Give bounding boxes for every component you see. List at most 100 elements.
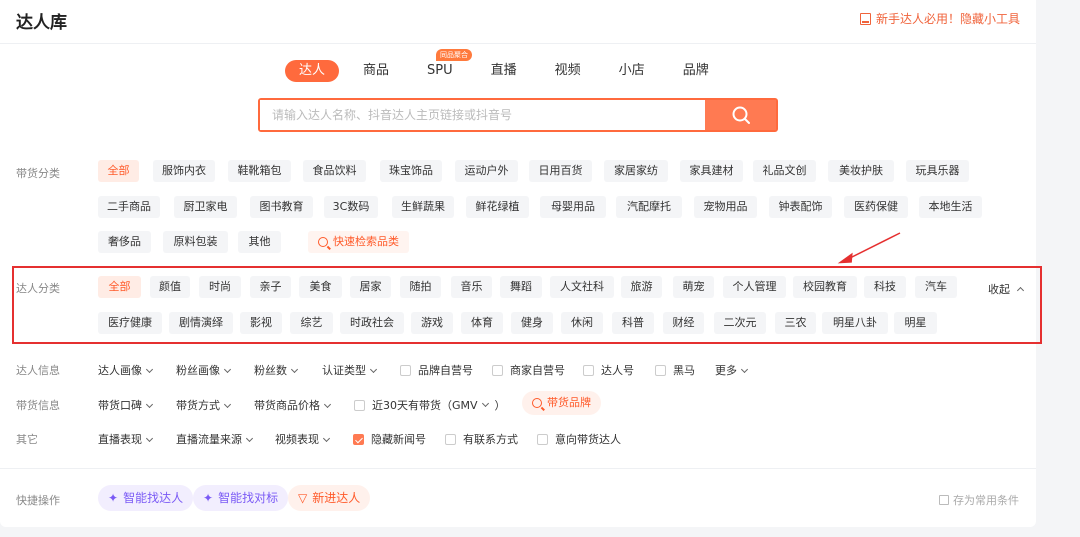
goods-category-chip[interactable]: 食品饮料 (303, 160, 366, 182)
save-icon (939, 495, 949, 505)
checkbox-box (583, 364, 594, 376)
header-divider (0, 43, 1036, 44)
save-conditions-button[interactable]: 存为常用条件 (939, 492, 1019, 508)
chevron-down-icon (223, 365, 232, 374)
goods-category-chip[interactable]: 本地生活 (919, 196, 982, 218)
dropdown-live-performance[interactable]: 直播表现 (98, 431, 154, 447)
book-icon (859, 12, 871, 25)
goods-category-chip[interactable]: 家具建材 (680, 160, 743, 182)
goods-category-chip[interactable]: 奢侈品 (98, 231, 151, 253)
goods-category-chip[interactable]: 日用百货 (529, 160, 592, 182)
sparkle-icon: ✦ (203, 491, 214, 505)
goods-category-chip[interactable]: 珠宝饰品 (380, 160, 442, 182)
tool-link[interactable]: 新手达人必用！隐藏小工具 (859, 10, 1020, 27)
goods-category-chip[interactable]: 生鲜蔬果 (392, 196, 454, 218)
checkbox-box (492, 364, 503, 376)
checkbox-box (400, 364, 411, 376)
quick-category-search-button[interactable]: 快速检索品类 (308, 231, 409, 253)
tab-video[interactable]: 视频 (541, 60, 595, 82)
shortcut-divider (0, 468, 1036, 469)
goods-category-chip[interactable]: 运动户外 (455, 160, 518, 182)
tab-spu-label: SPU (427, 63, 453, 78)
search-bar (258, 98, 778, 132)
goods-category-chip[interactable]: 汽配摩托 (616, 196, 682, 218)
dropdown-video-performance[interactable]: 视频表现 (275, 431, 331, 447)
chevron-down-icon (145, 434, 154, 443)
tab-shop[interactable]: 小店 (605, 60, 659, 82)
chevron-down-icon (323, 400, 332, 409)
highlight-box (12, 266, 1042, 344)
annotation-arrow (837, 232, 901, 264)
checkbox-intent-influencer[interactable]: 意向带货达人 (537, 431, 621, 447)
goods-category-chip[interactable]: 医药保健 (844, 196, 908, 218)
other-label: 其它 (16, 433, 38, 446)
checkbox-box (354, 399, 365, 411)
search-icon (732, 106, 750, 124)
checkbox-box (353, 433, 364, 445)
checkbox-box (537, 433, 548, 445)
dropdown-goods-reputation[interactable]: 带货口碑 (98, 397, 154, 413)
goods-category-chip[interactable]: 全部 (98, 160, 139, 182)
goods-category-chip[interactable]: 钟表配饰 (769, 196, 832, 218)
tab-live[interactable]: 直播 (477, 60, 531, 82)
search-button[interactable] (705, 100, 776, 130)
dropdown-live-traffic[interactable]: 直播流量来源 (176, 431, 254, 447)
brand-button[interactable]: 带货品牌 (522, 391, 601, 415)
smart-find-benchmark-button[interactable]: ✦ 智能找对标 (193, 485, 289, 511)
goods-category-chip[interactable]: 宠物用品 (694, 196, 757, 218)
influencer-info-label: 达人信息 (16, 364, 60, 377)
goods-category-chip[interactable]: 鞋靴箱包 (228, 160, 291, 182)
goods-category-chip[interactable]: 玩具乐器 (906, 160, 969, 182)
goods-category-chip[interactable]: 厨卫家电 (174, 196, 237, 218)
smart-find-influencer-button[interactable]: ✦ 智能找达人 (98, 485, 194, 511)
chevron-down-icon (740, 365, 749, 374)
tool-link-label: 新手达人必用！隐藏小工具 (875, 12, 1020, 26)
chevron-down-icon (145, 400, 154, 409)
dropdown-more[interactable]: 更多 (715, 362, 749, 378)
goods-category-chip[interactable]: 图书教育 (250, 196, 313, 218)
checkbox-dark-horse[interactable]: 黑马 (655, 362, 695, 378)
goods-category-chip[interactable]: 其他 (238, 231, 281, 253)
checkbox-hide-news[interactable]: 隐藏新闻号 (353, 431, 426, 447)
chevron-down-icon (290, 365, 299, 374)
dropdown-fan-count[interactable]: 粉丝数 (254, 362, 299, 378)
new-influencer-button[interactable]: ▽ 新进达人 (288, 485, 371, 511)
goods-category-chip[interactable]: 3C数码 (324, 196, 378, 218)
goods-category-chip[interactable]: 家居家纺 (604, 160, 668, 182)
goods-category-chip[interactable]: 美妆护肤 (828, 160, 894, 182)
chevron-down-icon (245, 434, 254, 443)
type-tabs: 达人 商品 SPU 同品聚合 直播 视频 小店 品牌 (285, 49, 733, 82)
chevron-down-icon (223, 400, 232, 409)
dropdown-goods-method[interactable]: 带货方式 (176, 397, 232, 413)
search-input[interactable] (260, 100, 705, 130)
sparkle-icon: ✦ (108, 491, 119, 505)
checkbox-gmv-30d[interactable]: 近30天有带货（GMV） (354, 397, 506, 413)
dropdown-goods-price[interactable]: 带货商品价格 (254, 397, 332, 413)
page-title: 达人库 (16, 13, 67, 33)
chevron-down-icon (481, 399, 489, 407)
tab-product[interactable]: 商品 (349, 60, 403, 82)
tab-brand[interactable]: 品牌 (669, 60, 723, 82)
goods-category-chip[interactable]: 礼品文创 (753, 160, 816, 182)
goods-category-chip[interactable]: 母婴用品 (540, 196, 606, 218)
tab-spu[interactable]: SPU 同品聚合 (413, 49, 473, 82)
dropdown-influencer-profile[interactable]: 达人画像 (98, 362, 154, 378)
goods-category-label: 带货分类 (16, 167, 60, 180)
goods-category-chip[interactable]: 原料包装 (163, 231, 228, 253)
checkbox-brand-self[interactable]: 品牌自营号 (400, 362, 473, 378)
goods-category-chip[interactable]: 鲜花绿植 (466, 196, 529, 218)
dropdown-cert-type[interactable]: 认证类型 (322, 362, 378, 378)
paren-close: ） (494, 399, 506, 412)
checkbox-box (445, 433, 456, 445)
goods-category-chip[interactable]: 服饰内衣 (153, 160, 215, 182)
search-icon (318, 237, 328, 247)
checkbox-merchant-self[interactable]: 商家自营号 (492, 362, 565, 378)
shortcuts-label: 快捷操作 (16, 494, 60, 507)
checkbox-has-contact[interactable]: 有联系方式 (445, 431, 518, 447)
dropdown-fan-profile[interactable]: 粉丝画像 (176, 362, 232, 378)
tab-influencer[interactable]: 达人 (285, 60, 340, 82)
goods-category-chip[interactable]: 二手商品 (98, 196, 160, 218)
checkbox-influencer-account[interactable]: 达人号 (583, 362, 634, 378)
spu-badge: 同品聚合 (436, 49, 473, 61)
chevron-down-icon (145, 365, 154, 374)
